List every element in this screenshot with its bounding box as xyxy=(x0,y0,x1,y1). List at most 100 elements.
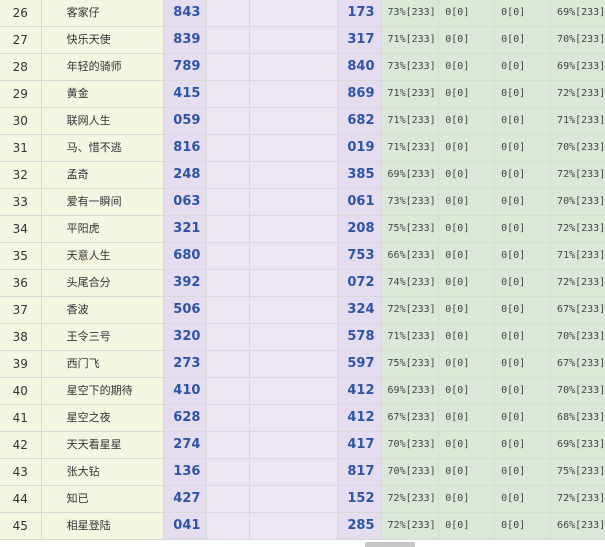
rate-3: 0[0] xyxy=(495,108,552,134)
empty-cell xyxy=(249,135,338,161)
number-a: 273 xyxy=(163,351,208,377)
row-index: 45 xyxy=(0,513,42,539)
row-name: 快乐天使 xyxy=(41,27,164,53)
number-a: 274 xyxy=(163,432,208,458)
row-index: 40 xyxy=(0,378,42,404)
empty-cell xyxy=(207,108,250,134)
row-name: 平阳虎 xyxy=(41,216,164,242)
number-a: 248 xyxy=(163,162,208,188)
number-b: 019 xyxy=(337,135,382,161)
rate-1: 69%[233] xyxy=(381,162,440,188)
empty-cell xyxy=(207,54,250,80)
empty-cell xyxy=(207,351,250,377)
empty-cell xyxy=(207,135,250,161)
empty-cell xyxy=(249,486,338,512)
results-table: 26 客家仔 843 173 73%[233] 0[0] 0[0] 69%[233] 27 快乐天… xyxy=(0,0,605,540)
rate-1: 72%[233] xyxy=(381,297,440,323)
row-index: 35 xyxy=(0,243,42,269)
rate-2: 0[0] xyxy=(439,243,496,269)
rate-2: 0[0] xyxy=(439,405,496,431)
empty-cell xyxy=(249,324,338,350)
number-b: 869 xyxy=(337,81,382,107)
rate-3: 0[0] xyxy=(495,513,552,539)
number-a: 816 xyxy=(163,135,208,161)
number-b: 840 xyxy=(337,54,382,80)
number-a: 843 xyxy=(163,0,208,26)
number-b: 072 xyxy=(337,270,382,296)
table-row: 26 客家仔 843 173 73%[233] 0[0] 0[0] 69%[233] xyxy=(0,0,605,27)
rate-4: 67%[233] xyxy=(551,351,605,377)
table-row: 42 天天看星星 274 417 70%[233] 0[0] 0[0] 69%[233] xyxy=(0,432,605,459)
empty-cell xyxy=(249,216,338,242)
number-b: 682 xyxy=(337,108,382,134)
number-a: 410 xyxy=(163,378,208,404)
rate-1: 71%[233] xyxy=(381,108,440,134)
rate-3: 0[0] xyxy=(495,324,552,350)
rate-4: 70%[233] xyxy=(551,324,605,350)
empty-cell xyxy=(249,189,338,215)
rate-3: 0[0] xyxy=(495,162,552,188)
empty-cell xyxy=(207,0,250,26)
rate-3: 0[0] xyxy=(495,81,552,107)
rate-3: 0[0] xyxy=(495,432,552,458)
empty-cell xyxy=(207,324,250,350)
table-row: 38 王令三号 320 578 71%[233] 0[0] 0[0] 70%[233] xyxy=(0,324,605,351)
rate-4: 72%[233] xyxy=(551,162,605,188)
row-name: 客家仔 xyxy=(41,0,164,26)
row-name: 联网人生 xyxy=(41,108,164,134)
rate-3: 0[0] xyxy=(495,378,552,404)
row-index: 28 xyxy=(0,54,42,80)
table-row: 35 天意人生 680 753 66%[233] 0[0] 0[0] 71%[233] xyxy=(0,243,605,270)
horizontal-scrollbar[interactable] xyxy=(365,542,415,547)
empty-cell xyxy=(207,189,250,215)
table-row: 34 平阳虎 321 208 75%[233] 0[0] 0[0] 72%[233] xyxy=(0,216,605,243)
empty-cell xyxy=(249,54,338,80)
rate-4: 66%[233] xyxy=(551,513,605,539)
empty-cell xyxy=(207,378,250,404)
rate-4: 70%[233] xyxy=(551,135,605,161)
rate-3: 0[0] xyxy=(495,54,552,80)
number-b: 412 xyxy=(337,405,382,431)
table-row: 33 爱有一瞬间 063 061 73%[233] 0[0] 0[0] 70%[233] xyxy=(0,189,605,216)
number-b: 597 xyxy=(337,351,382,377)
empty-cell xyxy=(207,486,250,512)
rate-2: 0[0] xyxy=(439,162,496,188)
rate-2: 0[0] xyxy=(439,0,496,26)
number-b: 285 xyxy=(337,513,382,539)
rate-2: 0[0] xyxy=(439,297,496,323)
row-name: 知已 xyxy=(41,486,164,512)
empty-cell xyxy=(249,378,338,404)
rate-3: 0[0] xyxy=(495,135,552,161)
rate-2: 0[0] xyxy=(439,486,496,512)
number-a: 041 xyxy=(163,513,208,539)
rate-2: 0[0] xyxy=(439,270,496,296)
row-index: 33 xyxy=(0,189,42,215)
rate-1: 73%[233] xyxy=(381,189,440,215)
table-row: 29 黄金 415 869 71%[233] 0[0] 0[0] 72%[233] xyxy=(0,81,605,108)
row-name: 张大钻 xyxy=(41,459,164,485)
empty-cell xyxy=(249,513,338,539)
number-a: 136 xyxy=(163,459,208,485)
number-b: 417 xyxy=(337,432,382,458)
empty-cell xyxy=(207,513,250,539)
table-row: 27 快乐天使 839 317 71%[233] 0[0] 0[0] 70%[233] xyxy=(0,27,605,54)
row-index: 41 xyxy=(0,405,42,431)
rate-3: 0[0] xyxy=(495,216,552,242)
rate-4: 72%[233] xyxy=(551,486,605,512)
empty-cell xyxy=(249,108,338,134)
number-a: 392 xyxy=(163,270,208,296)
empty-cell xyxy=(249,27,338,53)
empty-cell xyxy=(249,81,338,107)
rate-1: 73%[233] xyxy=(381,54,440,80)
row-index: 36 xyxy=(0,270,42,296)
rate-1: 71%[233] xyxy=(381,135,440,161)
row-index: 43 xyxy=(0,459,42,485)
row-name: 马、惜不逃 xyxy=(41,135,164,161)
rate-1: 70%[233] xyxy=(381,459,440,485)
rate-1: 70%[233] xyxy=(381,432,440,458)
number-a: 628 xyxy=(163,405,208,431)
rate-3: 0[0] xyxy=(495,27,552,53)
empty-cell xyxy=(249,459,338,485)
empty-cell xyxy=(249,405,338,431)
rate-4: 71%[233] xyxy=(551,243,605,269)
